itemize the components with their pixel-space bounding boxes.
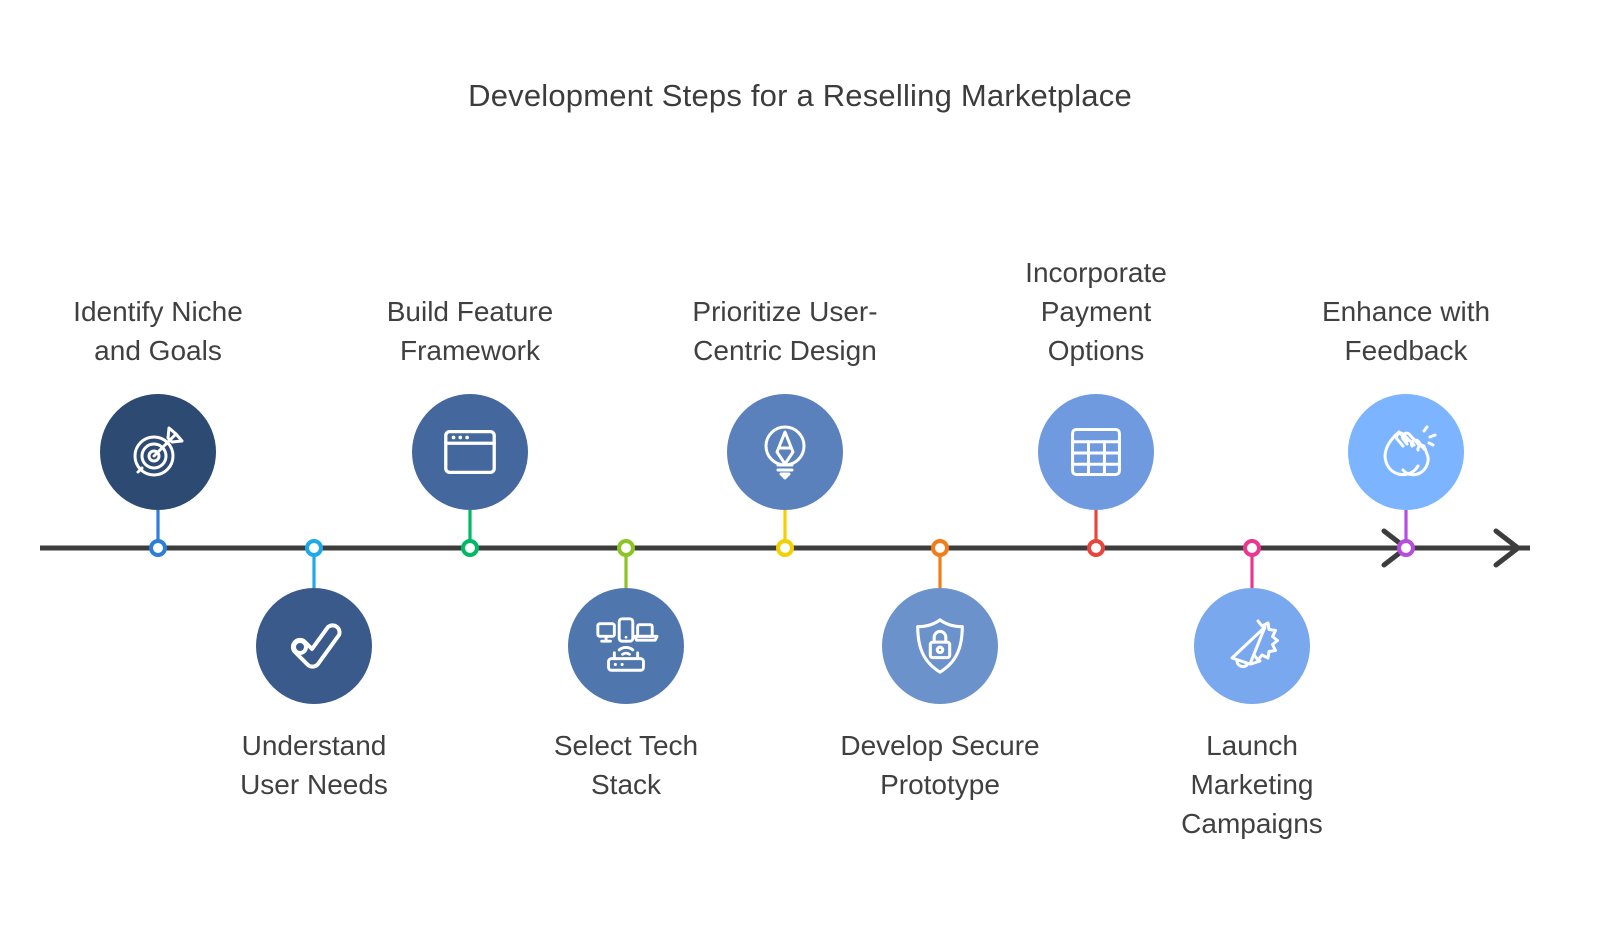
step-icon-circle-6[interactable]: [882, 588, 998, 704]
step-label-1: Identify Niche and Goals: [28, 292, 288, 370]
step-icon-circle-4[interactable]: [568, 588, 684, 704]
step-icon-circle-5[interactable]: [727, 394, 843, 510]
step-label-line: User Needs: [240, 769, 388, 800]
devices-router-icon: [593, 613, 659, 679]
checkmark-icon: [282, 614, 346, 678]
step-label-line: Select Tech: [553, 730, 699, 761]
step-icon-circle-1[interactable]: [100, 394, 216, 510]
step-label-line: Centric Design: [693, 335, 877, 366]
step-label-line: Prototype: [880, 769, 1000, 800]
step-icon-circle-7[interactable]: [1038, 394, 1154, 510]
step-label-line: Feedback: [1344, 335, 1468, 366]
timeline-diagram: Development Steps for a Reselling Market…: [0, 0, 1600, 941]
step-label-line: Options: [1047, 335, 1145, 366]
step-label-3: Build Feature Framework: [340, 292, 600, 370]
timeline-marker-7[interactable]: [1087, 539, 1105, 557]
step-label-line: Marketing: [1190, 769, 1314, 800]
step-label-4: Select Tech Stack: [496, 726, 756, 804]
step-label-line: Develop Secure: [840, 730, 1040, 761]
timeline-marker-2[interactable]: [305, 539, 323, 557]
step-label-line: Framework: [399, 335, 540, 366]
step-label-2: Understand User Needs: [184, 726, 444, 804]
timeline-marker-4[interactable]: [617, 539, 635, 557]
step-icon-circle-8[interactable]: [1194, 588, 1310, 704]
timeline-marker-6[interactable]: [931, 539, 949, 557]
step-label-line: Payment: [1040, 296, 1152, 327]
timeline-marker-3[interactable]: [461, 539, 479, 557]
target-arrow-icon: [126, 420, 190, 484]
lightbulb-pencil-icon: [753, 420, 817, 484]
page-title: Development Steps for a Reselling Market…: [468, 78, 1132, 113]
step-label-8: Launch Marketing Campaigns: [1122, 726, 1382, 843]
step-icon-circle-2[interactable]: [256, 588, 372, 704]
clapping-hands-icon: [1374, 420, 1438, 484]
step-label-line: Enhance with: [1321, 296, 1491, 327]
step-label-9: Enhance with Feedback: [1276, 292, 1536, 370]
step-icon-circle-9[interactable]: [1348, 394, 1464, 510]
step-label-line: Launch: [1206, 730, 1298, 761]
megaphone-burst-icon: [1220, 614, 1284, 678]
payment-table-icon: [1066, 422, 1126, 482]
step-label-5: Prioritize User- Centric Design: [655, 292, 915, 370]
timeline-marker-9[interactable]: [1397, 539, 1415, 557]
shield-lock-icon: [909, 615, 971, 677]
axis-arrowhead-2: [1493, 528, 1521, 568]
step-label-line: Prioritize User-: [692, 296, 878, 327]
step-label-line: Identify Niche: [73, 296, 243, 327]
timeline-marker-5[interactable]: [776, 539, 794, 557]
step-label-line: and Goals: [94, 335, 222, 366]
step-label-line: Campaigns: [1181, 808, 1323, 839]
step-label-6: Develop Secure Prototype: [810, 726, 1070, 804]
timeline-marker-1[interactable]: [149, 539, 167, 557]
step-label-line: Stack: [590, 769, 662, 800]
step-label-line: Build Feature: [386, 296, 554, 327]
step-label-line: Understand: [241, 730, 387, 761]
step-label-7: Incorporate Payment Options: [966, 253, 1226, 370]
step-label-line: Incorporate: [1025, 257, 1167, 288]
step-icon-circle-3[interactable]: [412, 394, 528, 510]
browser-window-icon: [439, 421, 501, 483]
timeline-marker-8[interactable]: [1243, 539, 1261, 557]
